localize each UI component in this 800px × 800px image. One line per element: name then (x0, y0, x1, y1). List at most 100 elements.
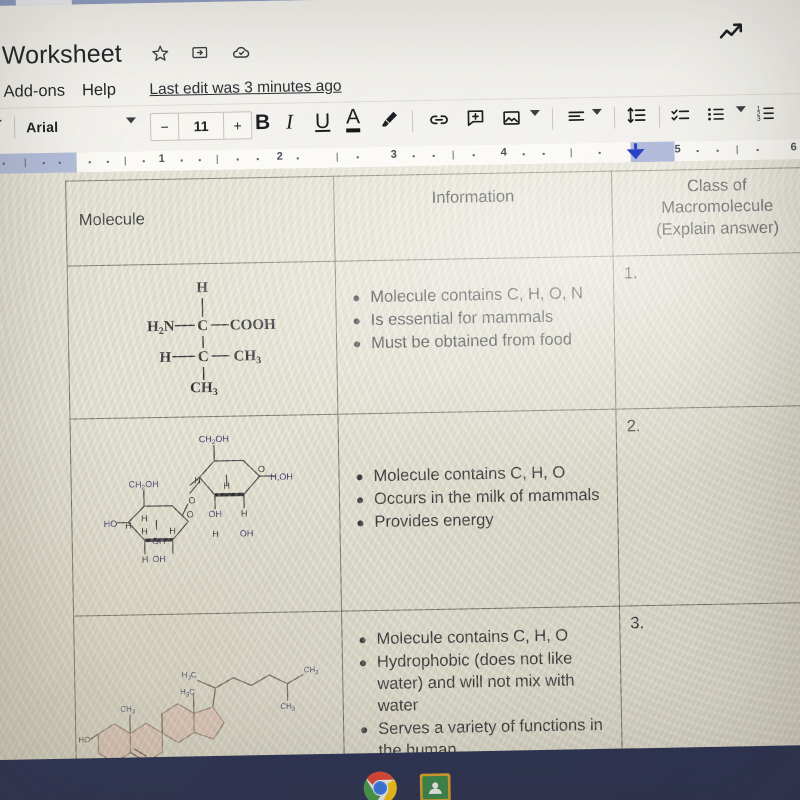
ruler-number: 6 (790, 141, 797, 154)
svg-text:CH3: CH3 (233, 348, 261, 367)
star-icon[interactable] (151, 44, 170, 63)
svg-text:3: 3 (757, 116, 761, 123)
font-size-increase-button[interactable]: + (222, 112, 252, 139)
svg-text:CH3: CH3 (120, 704, 136, 715)
svg-text:C: C (197, 318, 208, 334)
molecule-cell-2: CH2OH O H,OH H H OH H H OH O CH2OH O HO … (69, 414, 342, 617)
svg-text:H2N: H2N (147, 319, 175, 338)
svg-text:OH: OH (208, 509, 222, 519)
taskbar-icon-group (362, 769, 453, 800)
chevron-down-icon (591, 108, 602, 116)
svg-text:H: H (159, 350, 171, 366)
insert-image-caret[interactable] (529, 109, 540, 117)
svg-text:H: H (196, 280, 208, 296)
italic-button[interactable]: I (286, 109, 293, 133)
numbered-list-button[interactable]: 1 2 3 (756, 103, 777, 124)
document-title[interactable]: nd Worksheet (0, 40, 122, 72)
menu-item-add-ons[interactable]: Add-ons (3, 82, 65, 102)
ruler-number: 3 (390, 148, 397, 161)
column-header-class-line3: (Explain answer) (655, 218, 780, 239)
chrome-icon[interactable] (362, 770, 399, 800)
bold-button[interactable]: B (255, 111, 271, 134)
move-to-folder-icon[interactable] (191, 43, 210, 62)
svg-text:CH3: CH3 (304, 665, 320, 676)
align-caret[interactable] (591, 108, 602, 116)
column-header-molecule: Molecule (78, 210, 146, 230)
svg-text:H,OH: H,OH (270, 472, 293, 482)
information-list-1: Molecule contains C, H, O, N Is essentia… (336, 257, 615, 356)
font-name-caret[interactable] (125, 117, 137, 124)
svg-text:H: H (223, 481, 230, 491)
list-item: Provides energy (374, 508, 607, 534)
information-cell-2: Molecule contains C, H, O Occurs in the … (337, 409, 620, 612)
style-dropdown-caret[interactable] (0, 119, 3, 126)
svg-text:H: H (212, 529, 219, 539)
font-size-stepper: − 11 + (149, 111, 253, 142)
svg-text:H: H (125, 521, 132, 531)
svg-text:H: H (141, 513, 148, 523)
svg-text:CH2OH: CH2OH (129, 479, 159, 492)
header-cell-class: Class of Macromolecule (Explain answer) (611, 167, 800, 257)
svg-text:H: H (194, 475, 201, 485)
line-spacing-button[interactable] (626, 104, 648, 126)
last-edit-status[interactable]: Last edit was 3 minutes ago (149, 78, 341, 100)
list-item: Molecule contains C, H, O (376, 625, 609, 651)
ruler-number: 1 (158, 152, 165, 165)
font-size-decrease-button[interactable]: − (150, 113, 180, 141)
svg-text:OH: OH (152, 536, 166, 546)
svg-text:O: O (258, 464, 265, 474)
cloud-saved-icon[interactable] (231, 42, 250, 61)
bulleted-list-caret[interactable] (735, 106, 746, 113)
menu-bar: ols Add-ons Help (0, 81, 116, 103)
chevron-down-icon (529, 109, 540, 117)
menu-item-help[interactable]: Help (82, 81, 116, 101)
answer-cell-1[interactable]: 1. (613, 252, 800, 410)
bulleted-list-button[interactable] (706, 104, 727, 125)
align-button[interactable] (566, 106, 587, 127)
column-header-information: Information (431, 187, 515, 207)
font-size-value[interactable]: 11 (179, 113, 223, 140)
svg-text:H3C: H3C (182, 670, 197, 681)
list-item: Must be obtained from food (371, 329, 604, 355)
trending-up-icon[interactable] (717, 18, 746, 52)
chevron-down-icon (0, 119, 3, 126)
underline-button[interactable]: U (315, 110, 331, 133)
svg-text:CH3: CH3 (280, 702, 296, 713)
lactose-disaccharide-structure: CH2OH O H,OH H H OH H H OH O CH2OH O HO … (70, 415, 341, 616)
header-cell-molecule: Molecule (65, 176, 336, 267)
information-list-2: Molecule contains C, H, O Occurs in the … (338, 410, 617, 535)
svg-text:O: O (188, 495, 195, 505)
answer-cell-2[interactable]: 2. (615, 405, 800, 607)
svg-text:HO: HO (78, 735, 90, 744)
ruler-number: 2 (276, 150, 283, 163)
insert-image-button[interactable] (501, 107, 522, 128)
svg-text:H: H (142, 554, 149, 564)
svg-text:OH: OH (152, 554, 166, 564)
indent-marker-icon[interactable] (625, 143, 647, 161)
chevron-down-icon (125, 117, 137, 124)
highlight-color-button[interactable] (379, 109, 400, 130)
classroom-icon[interactable] (418, 771, 453, 800)
svg-text:CH3: CH3 (190, 380, 218, 399)
svg-text:H: H (169, 526, 176, 536)
svg-text:O: O (187, 509, 194, 519)
table-row: CH2OH O H,OH H H OH H H OH O CH2OH O HO … (69, 405, 800, 617)
text-color-button[interactable]: A (346, 105, 361, 133)
list-item: Hydrophobic (does not like water) and wi… (377, 648, 611, 718)
molecule-cell-1: H H2N C COOH H C CH3 CH3 (67, 261, 338, 420)
svg-text:CH2OH: CH2OH (199, 434, 229, 447)
ruler-number: 4 (500, 146, 507, 159)
svg-text:HO: HO (104, 519, 118, 529)
list-item: Occurs in the milk of mammals (374, 485, 607, 511)
valine-amino-acid-structure: H H2N C COOH H C CH3 CH3 (68, 262, 338, 419)
google-docs-window: nd Worksheet (0, 0, 800, 800)
table-header-row: Molecule Information Class of Macromolec… (65, 167, 800, 267)
answer-number: 2. (626, 417, 641, 436)
add-comment-button[interactable] (465, 107, 486, 128)
table-row: H H2N C COOH H C CH3 CH3 Molecule contai… (67, 252, 800, 420)
font-name-select[interactable]: Arial (26, 119, 58, 136)
photo-of-screen: nd Worksheet (0, 0, 800, 800)
insert-link-button[interactable] (428, 109, 450, 131)
checklist-button[interactable] (670, 104, 691, 125)
svg-text:H: H (141, 526, 148, 536)
